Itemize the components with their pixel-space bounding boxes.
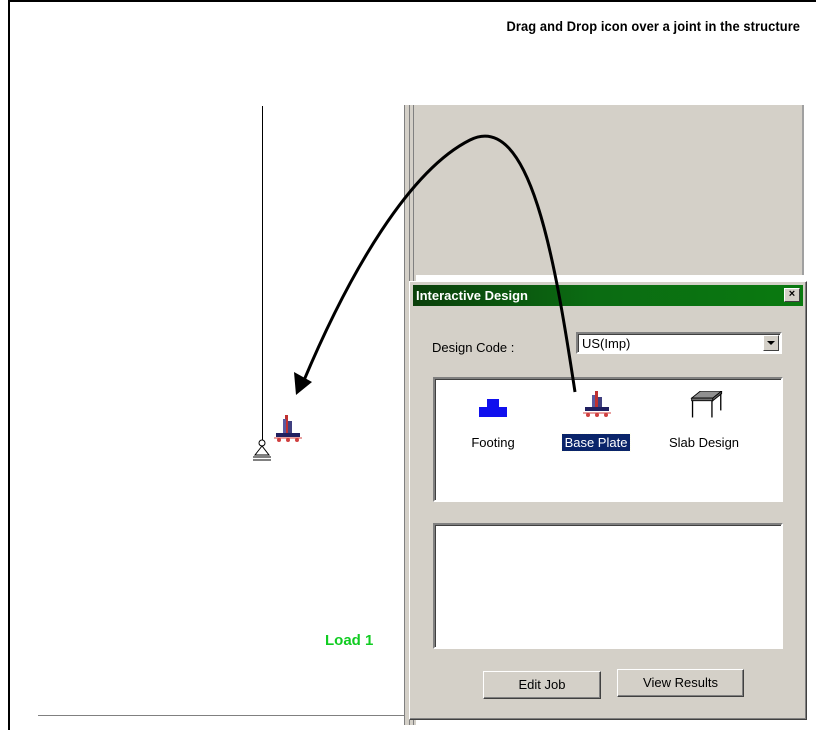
dialog-title: Interactive Design: [416, 288, 528, 303]
design-icon-list: Footing Base Plate Slab Design: [433, 377, 783, 502]
design-code-label: Design Code :: [432, 340, 515, 355]
screenshot-frame: Drag and Drop icon over a joint in the s…: [0, 0, 816, 730]
close-button[interactable]: ×: [784, 288, 800, 302]
viewport-bottom-edge: [38, 715, 410, 716]
footing-icon: [479, 399, 507, 417]
load-case-label: Load 1: [325, 632, 374, 649]
slab-design-item[interactable]: Slab Design: [656, 387, 752, 459]
design-detail-pane: [433, 523, 783, 649]
base-plate-label: Base Plate: [560, 433, 632, 452]
slab-design-label: Slab Design: [668, 435, 740, 450]
design-code-value: US(Imp): [582, 336, 631, 351]
edit-job-button[interactable]: Edit Job: [483, 671, 601, 699]
upper-right-panel: [416, 105, 804, 275]
base-plate-item[interactable]: Base Plate: [548, 387, 644, 459]
column-member[interactable]: [262, 106, 263, 446]
instruction-caption: Drag and Drop icon over a joint in the s…: [506, 18, 800, 34]
slab-design-icon: [690, 391, 723, 418]
structure-viewport[interactable]: [10, 105, 408, 715]
view-results-button[interactable]: View Results: [617, 669, 744, 697]
design-code-select[interactable]: US(Imp): [576, 332, 782, 354]
footing-item[interactable]: Footing: [445, 387, 541, 459]
frame-top-border: [8, 0, 816, 2]
footing-label: Footing: [471, 435, 515, 450]
interactive-design-dialog: Interactive Design × Design Code : US(Im…: [409, 281, 807, 720]
base-plate-icon: [583, 391, 611, 417]
chevron-down-icon[interactable]: [763, 335, 779, 351]
dialog-titlebar[interactable]: Interactive Design ×: [413, 285, 803, 306]
dropped-base-plate-icon[interactable]: [272, 413, 304, 443]
